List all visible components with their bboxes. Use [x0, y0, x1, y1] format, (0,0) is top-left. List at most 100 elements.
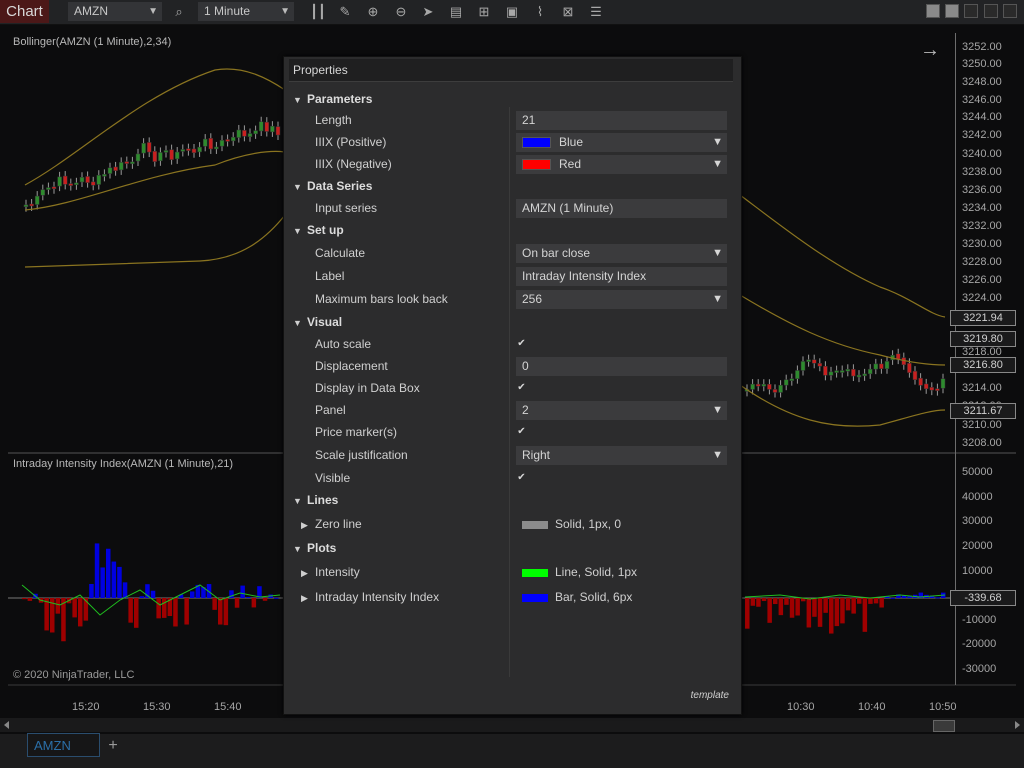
indicator-bar [22, 598, 27, 600]
top-panel-label: Bollinger(AMZN (1 Minute),2,34) [13, 36, 172, 48]
expand-down-icon: ▼ [293, 182, 302, 192]
indicator-bar [223, 598, 229, 626]
category-plots[interactable]: ▼ Plots [293, 539, 336, 557]
horizontal-scrollbar[interactable] [0, 718, 1024, 732]
databox-checkbox[interactable]: ✔ [516, 382, 527, 393]
close-icon[interactable] [1003, 4, 1017, 18]
chart-title-tab[interactable]: Chart [0, 0, 49, 23]
calculate-select[interactable]: On bar close ▼ [516, 244, 727, 263]
data-box-icon[interactable]: ▤ [447, 3, 465, 21]
max-bars-select[interactable]: 256 ▼ [516, 290, 727, 309]
scroll-thumb[interactable] [933, 720, 955, 732]
negative-color-select[interactable]: Red ▼ [516, 155, 727, 174]
scale-justification-select[interactable]: Right ▼ [516, 446, 727, 465]
column-divider[interactable] [509, 107, 510, 677]
candle-body [867, 368, 873, 375]
properties-icon[interactable]: ⊞ [475, 3, 493, 21]
candle-body [68, 183, 74, 186]
indicator-tick: -10000 [962, 614, 997, 626]
indicator-bar [823, 598, 828, 613]
candle-body [795, 370, 800, 379]
candle-body [85, 176, 90, 183]
indicator-bar [784, 598, 789, 605]
price-tick: 3246.00 [962, 94, 1002, 106]
input-series-field[interactable]: AMZN (1 Minute) [516, 199, 727, 218]
candle-body [940, 378, 946, 389]
price-marker-checkbox[interactable]: ✔ [516, 426, 527, 437]
indicators-icon[interactable]: ⊠ [559, 3, 577, 21]
tab-amzn[interactable]: AMZN [27, 733, 100, 757]
visible-checkbox[interactable]: ✔ [516, 472, 527, 483]
restore-window-button[interactable] [945, 4, 959, 18]
cursor-icon[interactable]: ➤ [419, 3, 437, 21]
search-icon[interactable]: ⌕ [170, 3, 188, 21]
add-tab-button[interactable]: + [103, 737, 123, 755]
zoom-in-icon[interactable]: ⊕ [364, 3, 382, 21]
label-input[interactable]: Intraday Intensity Index [516, 267, 727, 286]
scroll-right-icon[interactable] [1015, 721, 1020, 729]
strategies-icon[interactable]: ⌇ [531, 3, 549, 21]
displacement-input[interactable]: 0 [516, 357, 727, 376]
templates-icon[interactable]: ▣ [503, 3, 521, 21]
chevron-down-icon: ▼ [148, 6, 158, 17]
stroke-swatch [522, 520, 548, 529]
stroke-swatch [522, 568, 548, 577]
minimize-icon[interactable] [964, 4, 978, 18]
price-marker: 3219.80 [950, 331, 1016, 347]
indicator-bar [240, 585, 245, 598]
indicator-bar [246, 596, 251, 598]
maximize-icon[interactable] [984, 4, 998, 18]
interval-selector[interactable]: 1 Minute ▼ [198, 2, 294, 21]
category-visual[interactable]: ▼ Visual [293, 313, 342, 331]
draw-pencil-icon[interactable]: ✎ [336, 3, 354, 21]
dialog-title: Properties [289, 59, 733, 82]
bar-chart-icon[interactable]: ┃┃ [309, 3, 327, 21]
panel-select[interactable]: 2 ▼ [516, 401, 727, 420]
intensity-stroke[interactable]: Line, Solid, 1px [522, 563, 637, 581]
scroll-left-icon[interactable] [4, 721, 9, 729]
lower-band [24, 214, 286, 268]
expand-right-icon: ▶ [301, 520, 308, 530]
zero-line-row[interactable]: ▶ Zero line [301, 515, 362, 533]
zoom-out-icon[interactable]: ⊖ [392, 3, 410, 21]
iii-plot-stroke[interactable]: Bar, Solid, 6px [522, 588, 632, 606]
expand-down-icon: ▼ [293, 95, 302, 105]
price-tick: 3250.00 [962, 58, 1002, 70]
template-link[interactable]: template [691, 690, 729, 701]
indicator-bar [128, 598, 133, 623]
candle-body [270, 125, 275, 133]
iii-plot-row[interactable]: ▶ Intraday Intensity Index [301, 588, 439, 606]
price-tick: 3240.00 [962, 148, 1002, 160]
length-input[interactable]: 21 [516, 111, 727, 130]
indicator-bar [862, 598, 868, 632]
category-setup[interactable]: ▼ Set up [293, 221, 344, 239]
candle-body [856, 374, 862, 378]
price-tick: 3226.00 [962, 274, 1002, 286]
time-tick: 15:30 [143, 701, 171, 713]
zero-line-stroke[interactable]: Solid, 1px, 0 [522, 515, 621, 533]
category-lines[interactable]: ▼ Lines [293, 491, 338, 509]
candle-body [90, 181, 96, 186]
candle-body [141, 142, 146, 154]
candle-body [755, 383, 761, 387]
instrument-selector[interactable]: AMZN ▼ [68, 2, 162, 21]
price-tick: 3232.00 [962, 220, 1002, 232]
intensity-row[interactable]: ▶ Intensity [301, 563, 360, 581]
more-icon[interactable]: ☰ [587, 3, 605, 21]
expand-down-icon: ▼ [293, 544, 302, 554]
upper-band [739, 194, 946, 318]
indicator-bar [806, 598, 812, 628]
arrow-right-icon[interactable]: → [920, 39, 940, 62]
minimize-window-button[interactable] [926, 4, 940, 18]
candle-body [197, 146, 202, 153]
candle-body [230, 136, 236, 142]
tab-bar [0, 734, 1024, 768]
prop-label: Zero line [315, 517, 362, 531]
positive-color-select[interactable]: Blue ▼ [516, 133, 727, 152]
autoscale-checkbox[interactable]: ✔ [516, 338, 527, 349]
indicator-bar [55, 598, 61, 614]
category-data-series[interactable]: ▼ Data Series [293, 177, 372, 195]
candle-body [158, 152, 163, 162]
category-parameters[interactable]: ▼ Parameters [293, 90, 372, 108]
candle-body [783, 379, 789, 386]
